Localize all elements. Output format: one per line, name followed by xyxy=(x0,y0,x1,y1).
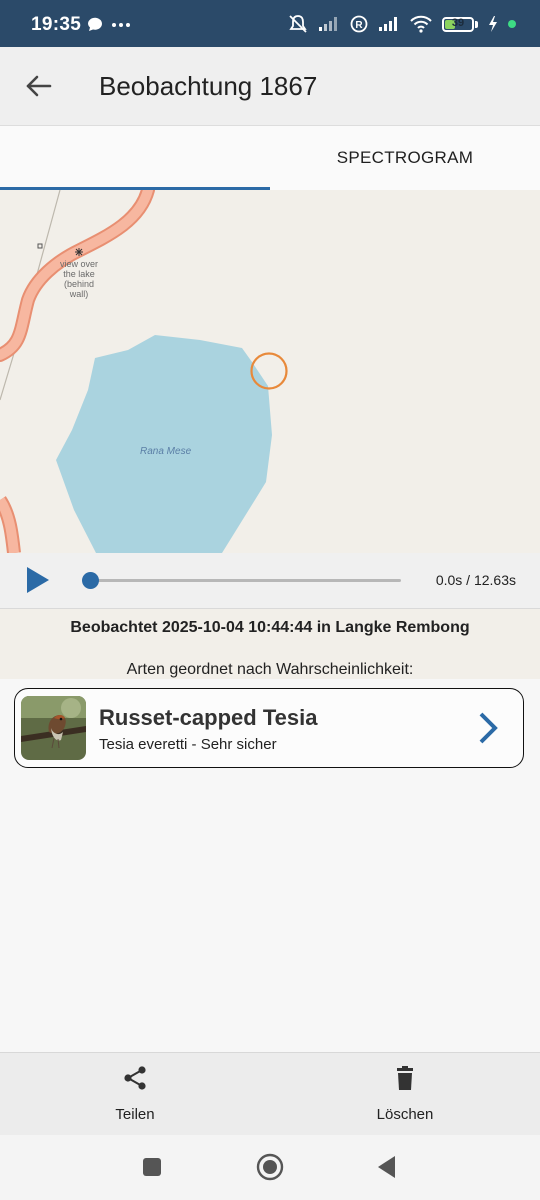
poi-label-line: (behind xyxy=(63,279,95,289)
poi-label: view over the lake (behind wall) xyxy=(56,259,102,299)
poi-label-line: wall) xyxy=(69,289,89,299)
home-icon[interactable] xyxy=(256,1153,284,1181)
audio-time: 0.0s / 12.63s xyxy=(435,572,516,588)
signal-icon xyxy=(319,17,337,31)
page-title: Beobachtung 1867 xyxy=(99,71,318,101)
battery-level: 39 xyxy=(451,16,465,29)
status-right-icons: R 39 xyxy=(288,14,516,34)
delete-button[interactable]: Löschen xyxy=(345,1053,465,1136)
app-bar: Beobachtung 1867 xyxy=(0,47,540,126)
notification-icons xyxy=(86,16,134,37)
back-icon[interactable] xyxy=(378,1156,395,1178)
privacy-indicator-dot xyxy=(508,20,516,28)
poi-label-line: the lake xyxy=(63,269,95,279)
chevron-right-icon[interactable] xyxy=(477,711,499,745)
share-label: Teilen xyxy=(115,1106,155,1123)
wifi-icon xyxy=(410,15,432,33)
share-icon xyxy=(124,1066,146,1090)
battery-icon: 39 xyxy=(442,16,474,32)
audio-progress-thumb[interactable] xyxy=(82,572,99,589)
species-card[interactable]: Russet-capped Tesia Tesia everetti - Seh… xyxy=(14,688,524,768)
species-scientific-name: Tesia everetti - Sehr sicher xyxy=(99,736,277,753)
silent-bell-icon xyxy=(289,15,307,33)
system-navigation-bar xyxy=(0,1135,540,1200)
species-common-name: Russet-capped Tesia xyxy=(99,705,318,730)
more-dots-icon xyxy=(112,23,130,27)
ranking-heading: Arten geordnet nach Wahrscheinlichkeit: xyxy=(126,661,414,678)
tab-spectrogram[interactable]: SPECTROGRAM xyxy=(270,126,540,190)
audio-player: 0.0s / 12.63s xyxy=(0,553,540,609)
species-photo xyxy=(21,696,86,760)
lake-label: Rana Mese xyxy=(140,446,192,457)
poi-label-line: view over xyxy=(59,259,98,269)
play-icon[interactable] xyxy=(26,566,50,594)
map-lake xyxy=(56,335,272,553)
status-time: 19:35 xyxy=(31,14,82,35)
bottom-action-bar: Teilen Löschen xyxy=(0,1052,540,1136)
battery-tip xyxy=(475,20,478,28)
trash-icon xyxy=(397,1066,413,1090)
map-view[interactable]: view over the lake (behind wall) Rana Me… xyxy=(0,190,540,553)
delete-label: Löschen xyxy=(376,1106,434,1123)
viewpoint-icon xyxy=(75,248,83,256)
status-bar: 19:35 R 39 xyxy=(0,0,540,47)
signal-icon xyxy=(379,17,397,31)
chat-bubble-icon xyxy=(87,17,102,31)
charging-bolt-icon xyxy=(489,16,497,32)
arrow-left-icon[interactable] xyxy=(22,69,56,103)
roaming-r-icon: R xyxy=(350,15,368,33)
tab-bar: MAP SPECTROGRAM xyxy=(0,126,540,679)
map-point-marker xyxy=(37,243,43,249)
observation-info: Beobachtet 2025-10-04 10:44:44 in Langke… xyxy=(70,619,470,636)
audio-progress-track[interactable] xyxy=(91,579,401,582)
share-button[interactable]: Teilen xyxy=(75,1053,195,1136)
svg-text:R: R xyxy=(355,20,363,31)
recents-icon[interactable] xyxy=(143,1158,161,1176)
